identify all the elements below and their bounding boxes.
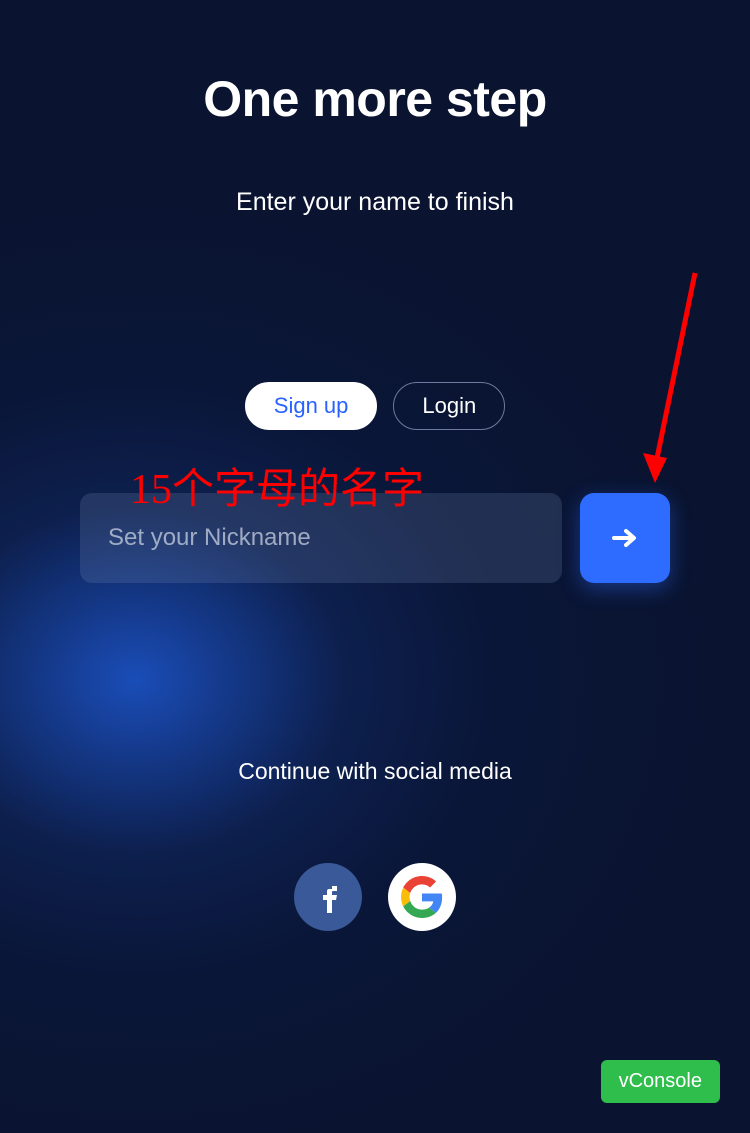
vconsole-button[interactable]: vConsole <box>601 1060 720 1103</box>
social-buttons <box>0 863 750 931</box>
annotation-text: 15个字母的名字 <box>130 455 424 516</box>
tab-login[interactable]: Login <box>393 382 505 430</box>
social-label: Continue with social media <box>0 758 750 785</box>
google-icon <box>401 876 443 918</box>
tab-signup[interactable]: Sign up <box>245 382 378 430</box>
submit-button[interactable] <box>580 493 670 583</box>
arrow-right-icon <box>612 527 638 549</box>
annotation-arrow-icon <box>625 268 725 498</box>
facebook-button[interactable] <box>294 863 362 931</box>
subtitle: Enter your name to finish <box>0 188 750 217</box>
page-title: One more step <box>0 0 750 128</box>
facebook-icon <box>310 879 346 915</box>
google-button[interactable] <box>388 863 456 931</box>
